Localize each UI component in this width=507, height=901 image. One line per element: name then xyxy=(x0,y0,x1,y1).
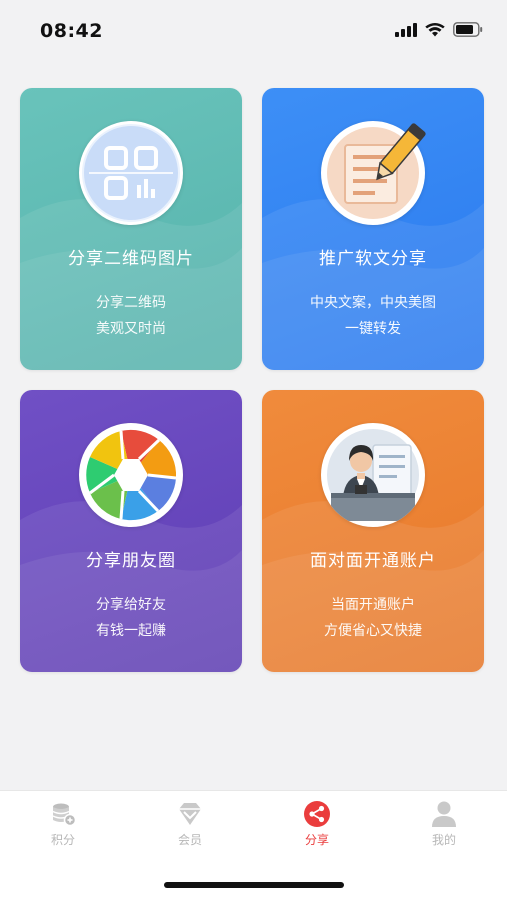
card-description: 当面开通账户 方便省心又快捷 xyxy=(262,592,484,644)
battery-icon xyxy=(453,22,483,37)
share-qr-card[interactable]: 分享二维码图片 分享二维码 美观又时尚 xyxy=(20,88,242,370)
aperture-icon xyxy=(79,423,183,527)
agent-at-desk-icon xyxy=(321,423,425,527)
wifi-icon xyxy=(425,22,445,36)
card-desc-line: 有钱一起赚 xyxy=(96,623,166,639)
tab-label: 分享 xyxy=(304,833,329,847)
home-indicator xyxy=(164,882,344,888)
card-description: 分享给好友 有钱一起赚 xyxy=(20,592,242,644)
card-desc-line: 当面开通账户 xyxy=(331,597,415,613)
open-account-card[interactable]: 面对面开通账户 当面开通账户 方便省心又快捷 xyxy=(262,390,484,672)
card-desc-line: 分享给好友 xyxy=(96,597,166,613)
status-time: 08:42 xyxy=(40,20,103,42)
tab-membership[interactable]: 会员 xyxy=(150,799,230,849)
card-title: 分享二维码图片 xyxy=(68,249,194,269)
qr-code-icon xyxy=(79,121,183,225)
signal-icon xyxy=(395,22,417,37)
tab-label: 我的 xyxy=(431,833,456,847)
coins-icon xyxy=(52,803,77,827)
card-desc-line: 分享二维码 xyxy=(96,295,166,311)
tab-label: 积分 xyxy=(50,833,75,847)
card-title: 面对面开通账户 xyxy=(310,551,436,571)
share-icon xyxy=(304,801,330,827)
share-article-card[interactable]: 推广软文分享 中央文案，中央美图 一键转发 xyxy=(262,88,484,370)
tab-profile[interactable]: 我的 xyxy=(404,799,484,849)
document-pencil-icon xyxy=(321,121,426,225)
card-desc-line: 中央文案，中央美图 xyxy=(310,295,436,311)
share-moments-card[interactable]: 分享朋友圈 分享给好友 有钱一起赚 xyxy=(20,390,242,672)
tab-points[interactable]: 积分 xyxy=(23,799,103,849)
tab-share[interactable]: 分享 xyxy=(277,799,357,849)
card-desc-line: 方便省心又快捷 xyxy=(324,623,422,639)
tab-label: 会员 xyxy=(177,833,202,847)
user-icon xyxy=(432,801,456,827)
card-title: 分享朋友圈 xyxy=(86,551,176,571)
card-desc-line: 美观又时尚 xyxy=(96,321,166,337)
status-icons xyxy=(395,22,483,37)
card-description: 中央文案，中央美图 一键转发 xyxy=(262,290,484,342)
diamond-icon xyxy=(179,803,201,825)
status-bar: 08:42 xyxy=(0,0,507,62)
card-description: 分享二维码 美观又时尚 xyxy=(20,290,242,342)
card-desc-line: 一键转发 xyxy=(345,321,401,337)
card-title: 推广软文分享 xyxy=(319,249,427,269)
